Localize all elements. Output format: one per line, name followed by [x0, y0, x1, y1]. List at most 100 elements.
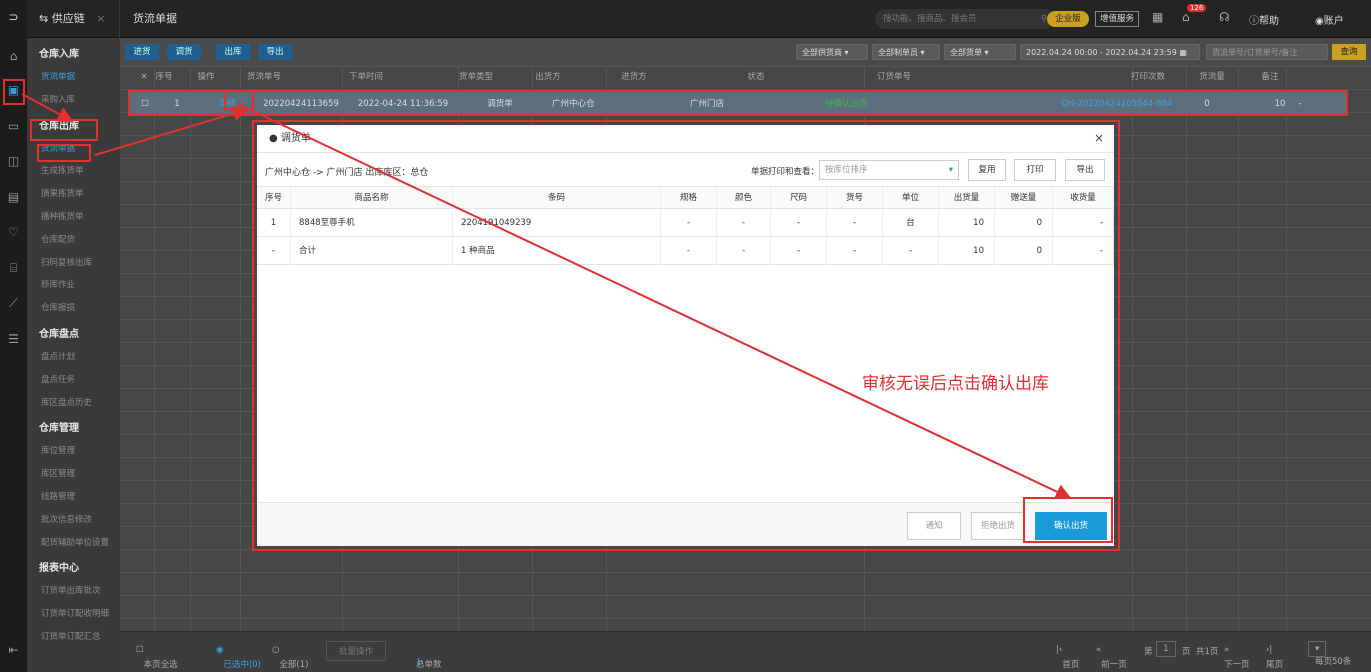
sidebar-group-title[interactable]: 仓库管理	[27, 418, 120, 440]
creator-select[interactable]: 全部制单员 ▾	[872, 44, 940, 60]
global-search-input[interactable]: 搜功能、搜商品、搜会员 ⚲	[875, 9, 1055, 29]
sidebar-item[interactable]: 订货单订配收明细	[27, 603, 120, 626]
sidebar-item[interactable]: 库位管理	[27, 440, 120, 463]
prev-page-link[interactable]: «前一页	[1096, 645, 1127, 670]
order-select[interactable]: 全部货单 ▾	[944, 44, 1016, 60]
sidebar-item[interactable]: 订货单订配汇总	[27, 626, 120, 649]
column-divider	[1238, 66, 1239, 650]
sidebar-item[interactable]: 货流单据	[27, 66, 120, 89]
sidebar-group-title[interactable]: 仓库出库	[27, 116, 120, 138]
dialog-row: - 合计 1 种商品 - - - - -10 0-	[257, 237, 1114, 265]
reuse-button[interactable]: 复用	[968, 159, 1006, 181]
table-row[interactable]: ☐ 1 详细 20220424113659 2022-04-24 11:36:59 调货…	[128, 90, 1348, 116]
inbound-button[interactable]: 进货	[125, 44, 159, 60]
sidebar-item[interactable]: 生成拣货单	[27, 160, 120, 183]
sidebar-group-title[interactable]: 仓库盘点	[27, 324, 120, 346]
dialog-cell: -	[1053, 237, 1114, 265]
warehouse-icon[interactable]: ▣	[5, 82, 22, 99]
sidebar-item[interactable]: 扫码复核出库	[27, 252, 120, 275]
sidebar-group-title[interactable]: 报表中心	[27, 558, 120, 580]
date-range-input[interactable]: 2022.04.24 00:00 - 2022.04.24 23:59 ▦	[1020, 44, 1200, 60]
addon-badge[interactable]: 增值服务	[1095, 11, 1139, 27]
enterprise-badge[interactable]: 企业版	[1047, 11, 1089, 27]
calculator-icon[interactable]: ▦	[1152, 10, 1163, 24]
sidebar-item[interactable]: 货流单据	[27, 138, 120, 161]
order-select-value: 全部货单	[950, 48, 982, 57]
column-header: 货流量	[1199, 72, 1225, 82]
sidebar-item[interactable]: 线路管理	[27, 486, 120, 509]
last-page-link[interactable]: 尾页 ›|	[1266, 645, 1283, 670]
column-divider	[1132, 66, 1133, 650]
list-icon[interactable]: ☰	[5, 331, 22, 348]
sidebar-item[interactable]: 批次信息修改	[27, 509, 120, 532]
sidebar-group-title[interactable]: 仓库入库	[27, 44, 120, 66]
sidebar-item[interactable]: 配货辅助单位设置	[27, 532, 120, 555]
transfer-order-dialog: ● 调货单 × 广州中心仓 -> 广州门店 出库库区：总仓 单据打印和查看： 按…	[257, 125, 1114, 546]
select-page-checkbox[interactable]: ☐ 本页全选	[136, 645, 178, 670]
sidebar-item[interactable]: 仓库配货	[27, 229, 120, 252]
column-divider	[190, 66, 191, 650]
dialog-toolbar: 广州中心仓 -> 广州门店 出库库区：总仓 单据打印和查看： 按库位排序 ▾ 复用…	[257, 154, 1114, 187]
sidebar-item[interactable]: 订货单出库批次	[27, 580, 120, 603]
sidebar-item[interactable]: 采购入库	[27, 89, 120, 112]
page-tab[interactable]: 货流单据	[133, 0, 177, 38]
box-icon[interactable]: ◫	[5, 153, 22, 170]
dialog-cell: -	[771, 209, 827, 237]
reject-button[interactable]: 拒绝出货	[971, 512, 1025, 540]
column-divider	[240, 66, 241, 650]
supplier-select[interactable]: 全部供货商 ▾	[796, 44, 868, 60]
account-link[interactable]: ◉账户	[1315, 12, 1344, 27]
dialog-cell: 8848至尊手机	[291, 209, 453, 237]
sort-select[interactable]: 按库位排序 ▾	[819, 160, 959, 180]
next-page-link[interactable]: 下一页»	[1224, 645, 1250, 670]
total-value: 1	[416, 658, 422, 668]
row-cell-order-no[interactable]: DH-20220424105544-884	[1052, 92, 1182, 118]
query-button[interactable]: 查询	[1332, 44, 1366, 60]
module-tab[interactable]: ⇆ 供应链 ×	[39, 0, 105, 38]
bank-icon[interactable]: ⌸	[5, 260, 22, 277]
per-page-select[interactable]: 每页50条 ▾	[1308, 641, 1351, 667]
first-page-link[interactable]: |‹ 首页	[1056, 645, 1079, 670]
all-radio[interactable]: ○ 全部(1)	[272, 645, 308, 670]
help-label: 帮助	[1259, 16, 1279, 27]
flow-search-input[interactable]: 货流单号/订货单号/备注	[1206, 44, 1328, 60]
dialog-cell: -	[661, 237, 717, 265]
dialog-cell: 1 种商品	[453, 237, 661, 265]
detail-link[interactable]: 详细	[208, 92, 246, 118]
sidebar-item[interactable]: 库区盘点历史	[27, 392, 120, 415]
sidebar-item[interactable]: 盘点任务	[27, 369, 120, 392]
page-input[interactable]: 1	[1156, 641, 1176, 657]
transfer-button[interactable]: 调货	[167, 44, 201, 60]
row-checkbox[interactable]: ☐	[138, 92, 152, 118]
sidebar-item[interactable]: 移库作业	[27, 274, 120, 297]
annotation-text: 审核无误后点击确认出库	[862, 374, 1049, 394]
collapse-icon[interactable]: ⇤	[5, 642, 22, 659]
dialog-column-header: 赠送量	[995, 187, 1053, 209]
total-pages: 共1页	[1196, 647, 1219, 657]
confirm-shipment-button[interactable]: 确认出货	[1035, 512, 1107, 540]
help-link[interactable]: ⓘ帮助	[1249, 12, 1279, 27]
sidebar-item[interactable]: 播种拣货单	[27, 206, 120, 229]
modal-export-button[interactable]: 导出	[1065, 159, 1105, 181]
export-button[interactable]: 导出	[258, 44, 292, 60]
batch-button[interactable]: 批量操作	[326, 641, 387, 661]
dialog-title-text: 调货单	[280, 133, 311, 144]
home-icon[interactable]: ⌂	[5, 48, 22, 65]
card-icon[interactable]: ▭	[5, 118, 22, 135]
module-close-icon[interactable]: ×	[96, 12, 105, 25]
report-icon[interactable]: ▤	[5, 189, 22, 206]
sidebar-item[interactable]: 库区管理	[27, 463, 120, 486]
notify-button[interactable]: 通知	[907, 512, 961, 540]
selected-radio[interactable]: ◉ 已选中(0)	[216, 645, 261, 670]
bell-icon[interactable]: ⌂	[1182, 10, 1190, 24]
headset-icon[interactable]: ☊	[1219, 10, 1230, 24]
heart-icon[interactable]: ♡	[5, 224, 22, 241]
sidebar-item[interactable]: 摘果拣货单	[27, 183, 120, 206]
dialog-close-icon[interactable]: ×	[1094, 131, 1104, 145]
sidebar-item[interactable]: 盘点计划	[27, 346, 120, 369]
outbound-button[interactable]: 出库	[216, 44, 250, 60]
chart-icon[interactable]: ⟋	[5, 295, 22, 312]
top-bar: ⇆ 供应链 × 货流单据 搜功能、搜商品、搜会员 ⚲ 企业版 增值服务 ▦ ⌂ 1…	[27, 0, 1371, 38]
print-button[interactable]: 打印	[1014, 159, 1056, 181]
sidebar-item[interactable]: 仓库报损	[27, 297, 120, 320]
